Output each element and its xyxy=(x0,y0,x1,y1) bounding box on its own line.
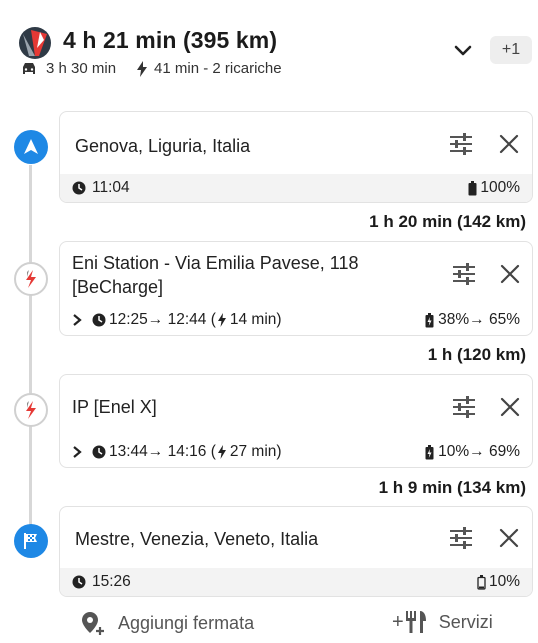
battery-icon xyxy=(425,312,434,327)
battery-range: 38%→ 65% xyxy=(438,311,520,328)
stop-name[interactable]: Mestre, Venezia, Veneto, Italia xyxy=(75,527,318,551)
close-icon[interactable] xyxy=(496,525,522,551)
charge-time: 12:25→ 12:44 ( xyxy=(109,311,216,328)
clock-icon xyxy=(92,313,106,327)
leg-summary: 1 h (120 km) xyxy=(427,345,526,364)
settings-sliders-icon[interactable] xyxy=(451,394,477,420)
battery-change: 38%→ 65% xyxy=(425,311,520,329)
close-icon[interactable] xyxy=(496,131,522,157)
charge-duration: 27 min) xyxy=(229,443,282,460)
leg-summary: 1 h 9 min (134 km) xyxy=(378,478,526,497)
services-button[interactable]: + Servizi xyxy=(392,610,493,634)
flag-icon xyxy=(24,533,37,549)
charger-pin xyxy=(14,393,48,427)
close-icon[interactable] xyxy=(497,261,523,287)
stop-name[interactable]: Genova, Liguria, Italia xyxy=(75,134,250,158)
logo-icon xyxy=(19,27,51,59)
stop-footer: 11:04 100% xyxy=(60,174,532,202)
settings-sliders-icon[interactable] xyxy=(448,131,474,157)
leg-summary: 1 h 20 min (142 km) xyxy=(369,212,526,231)
services-label[interactable]: Servizi xyxy=(439,612,493,633)
settings-sliders-icon[interactable] xyxy=(448,525,474,551)
charge-info-text: 41 min - 2 ricariche xyxy=(154,60,282,77)
battery-icon xyxy=(425,444,434,459)
charge-window: 12:25→ 12:44 ( 14 min) xyxy=(72,311,282,329)
battery-level: 10% xyxy=(488,573,520,590)
add-stop-label[interactable]: Aggiungi fermata xyxy=(118,613,254,634)
battery-change: 10%→ 69% xyxy=(425,443,520,461)
restaurant-icon xyxy=(405,611,426,633)
clock-icon xyxy=(92,445,106,459)
charger-pin xyxy=(14,262,48,296)
battery-range: 10%→ 69% xyxy=(438,443,520,460)
start-pin xyxy=(14,130,48,164)
destination-pin xyxy=(14,524,48,558)
charge-time: 13:44→ 14:16 ( xyxy=(109,443,216,460)
bolt-icon xyxy=(217,445,226,459)
charge-duration: 14 min) xyxy=(229,311,282,328)
stop-name[interactable]: Eni Station - Via Emilia Pavese, 118 [Be… xyxy=(72,251,412,299)
charger-icon xyxy=(26,270,36,288)
clock-icon xyxy=(72,575,86,589)
drive-time-text: 3 h 30 min xyxy=(46,60,117,77)
add-location-icon xyxy=(82,612,104,635)
arrival-time: 11:04 xyxy=(92,179,130,196)
more-vehicles-badge[interactable]: +1 xyxy=(490,36,532,64)
stop-footer: 15:26 10% xyxy=(60,568,532,596)
stop-card-charger-2[interactable]: IP [Enel X] 13:44→ 14:16 ( 27 min) 10%→ … xyxy=(59,374,533,468)
plus-icon: + xyxy=(392,610,404,633)
expand-chevron-icon[interactable] xyxy=(72,445,82,459)
bolt-icon xyxy=(217,313,226,327)
expand-chevron-icon[interactable] xyxy=(72,313,82,327)
stop-card-destination[interactable]: Mestre, Venezia, Veneto, Italia 15:26 10… xyxy=(59,506,533,597)
stop-name[interactable]: IP [Enel X] xyxy=(72,395,157,419)
stop-card-origin[interactable]: Genova, Liguria, Italia 11:04 100% xyxy=(59,111,533,203)
navigation-arrow-icon xyxy=(24,139,38,154)
battery-level: 100% xyxy=(480,179,520,196)
battery-icon xyxy=(477,574,486,590)
chevron-down-icon[interactable] xyxy=(450,38,476,64)
bolt-icon xyxy=(136,60,148,77)
add-stop-button[interactable]: Aggiungi fermata xyxy=(80,610,254,636)
route-summary-header: 4 h 21 min (395 km) 3 h 30 min 41 min - … xyxy=(0,0,538,90)
clock-icon xyxy=(72,181,86,195)
car-icon xyxy=(20,61,38,77)
settings-sliders-icon[interactable] xyxy=(451,261,477,287)
close-icon[interactable] xyxy=(497,394,523,420)
battery-icon xyxy=(468,180,477,195)
charge-window: 13:44→ 14:16 ( 27 min) xyxy=(72,443,282,461)
arrival-time: 15:26 xyxy=(92,573,131,590)
charger-icon xyxy=(26,401,36,419)
route-total-title: 4 h 21 min (395 km) xyxy=(63,27,278,53)
stop-card-charger-1[interactable]: Eni Station - Via Emilia Pavese, 118 [Be… xyxy=(59,241,533,336)
route-breakdown: 3 h 30 min 41 min - 2 ricariche xyxy=(20,60,282,77)
timeline-line xyxy=(29,165,32,545)
